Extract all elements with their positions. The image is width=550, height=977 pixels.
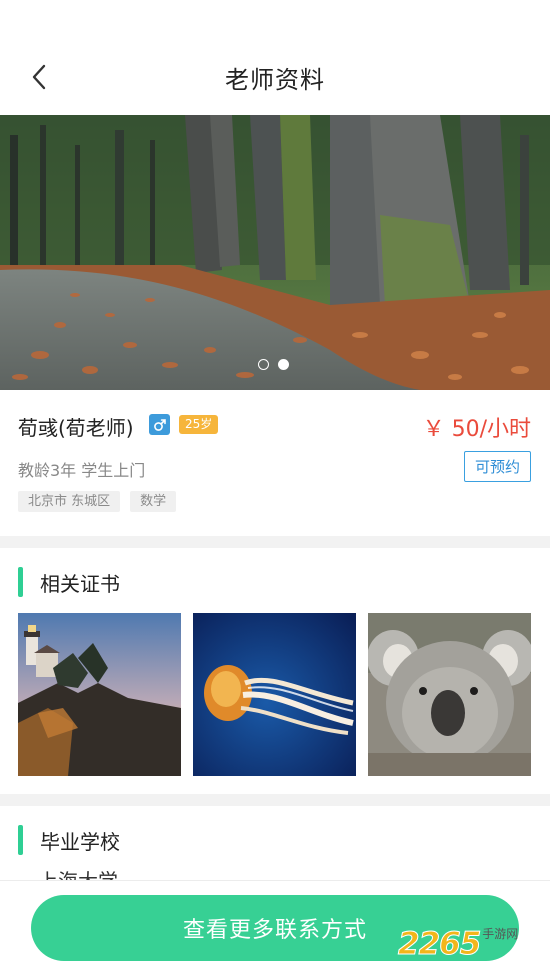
carousel-dot[interactable] — [258, 359, 269, 370]
subject-tag: 数学 — [130, 491, 177, 512]
male-icon — [149, 414, 170, 435]
certificate-image-lighthouse[interactable] — [18, 613, 181, 776]
hourly-price: ￥ 50/小时 — [422, 417, 531, 442]
watermark-text: 手游网 — [482, 927, 519, 941]
page-title: 老师资料 — [225, 66, 325, 94]
banner-carousel[interactable] — [0, 115, 550, 390]
school-header: 毕业学校 — [18, 825, 120, 855]
section-divider — [0, 536, 550, 548]
school-title: 毕业学校 — [40, 829, 120, 854]
teacher-profile-card: 荀彧(荀老师) 25岁 ￥ 50/小时 教龄3年 学生上门 可预约 北京市 东城… — [0, 390, 550, 536]
teacher-tags: 北京市 东城区 数学 — [18, 491, 177, 512]
certificate-image-jellyfish[interactable] — [193, 613, 356, 776]
header-bar: 老师资料 — [0, 0, 550, 115]
banner-image — [0, 115, 550, 390]
certificate-image-koala[interactable] — [368, 613, 531, 776]
location-tag: 北京市 东城区 — [18, 491, 121, 512]
teaching-experience: 教龄3年 学生上门 — [18, 461, 146, 480]
certificates-header: 相关证书 — [18, 567, 120, 597]
section-accent-bar — [18, 825, 23, 855]
site-watermark-logo: 2265 手游网 — [397, 925, 519, 963]
section-divider — [0, 794, 550, 806]
certificate-gallery — [18, 613, 531, 776]
carousel-dot-active[interactable] — [278, 359, 289, 370]
age-badge: 25岁 — [179, 415, 219, 434]
certificates-title: 相关证书 — [40, 571, 120, 596]
availability-badge[interactable]: 可预约 — [464, 451, 531, 482]
carousel-dots — [258, 359, 289, 370]
teacher-name: 荀彧(荀老师) — [18, 416, 134, 440]
section-accent-bar — [18, 567, 23, 597]
watermark-number: 2265 — [397, 926, 481, 963]
